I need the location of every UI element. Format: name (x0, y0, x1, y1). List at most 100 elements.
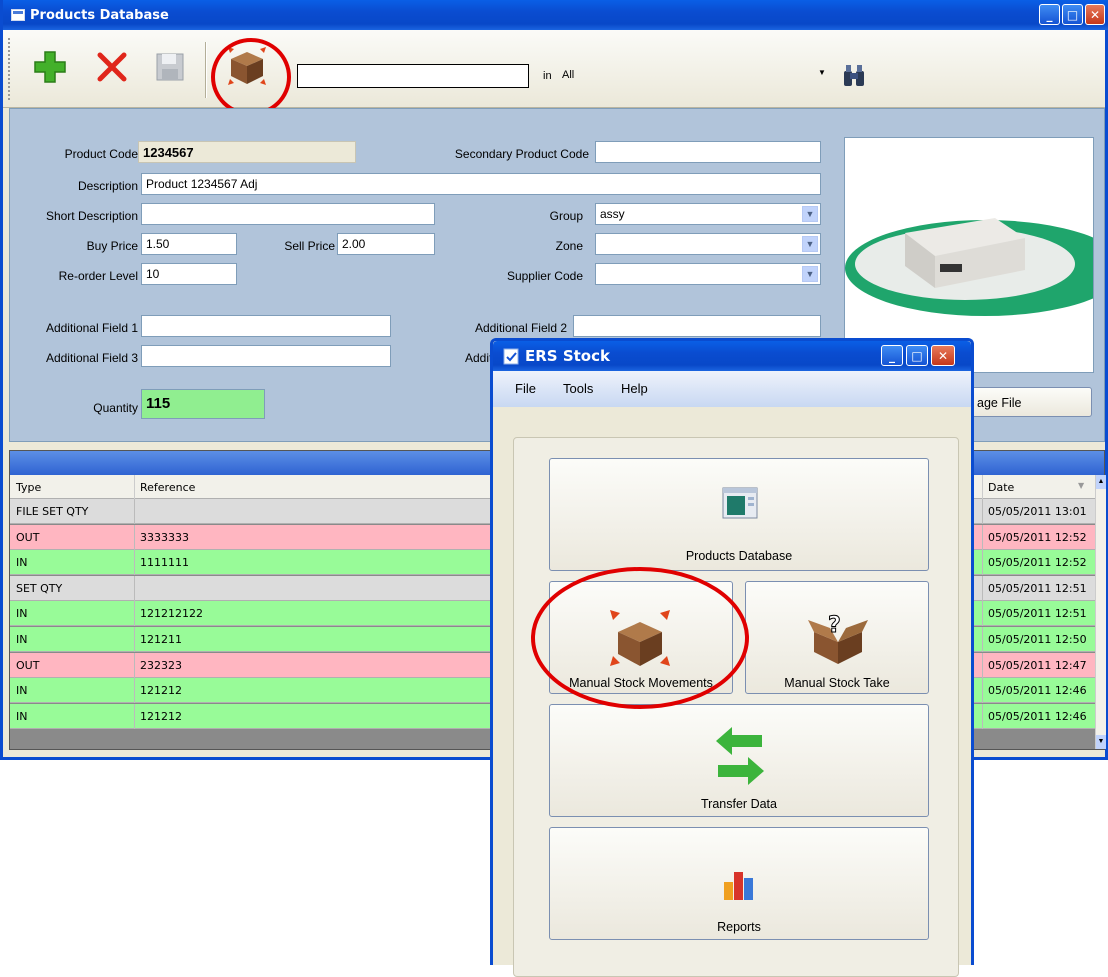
cell-type: IN (16, 684, 28, 698)
supplier-code-label: Supplier Code (506, 269, 583, 283)
manual-stock-take-button[interactable]: ? Manual Stock Take (745, 581, 929, 694)
cell-type: IN (16, 709, 28, 723)
buy-price-field[interactable]: 1.50 (141, 233, 237, 255)
image-file-button-label: age File (977, 396, 1022, 410)
sort-arrow-icon: ▼ (1078, 481, 1085, 490)
cell-type: SET QTY (16, 581, 63, 595)
products-database-button[interactable]: Products Database (549, 458, 929, 571)
reorder-level-label: Re-order Level (58, 269, 138, 283)
save-disk-icon[interactable] (153, 50, 187, 84)
description-label: Description (77, 179, 138, 193)
short-description-field[interactable] (141, 203, 435, 225)
cell-date: 05/05/2011 12:51 (988, 607, 1087, 621)
add-icon[interactable] (33, 50, 67, 84)
cell-date: 05/05/2011 12:47 (988, 658, 1087, 672)
cell-reference: 232323 (140, 658, 182, 672)
cell-type: IN (16, 556, 28, 570)
chevron-down-icon: ▼ (802, 266, 818, 282)
search-input[interactable] (297, 64, 529, 88)
open-box-question-icon: ? (808, 613, 868, 664)
ers-minimize-button[interactable]: _ (881, 345, 903, 366)
quantity-label: Quantity (93, 401, 138, 415)
sell-price-field[interactable]: 2.00 (337, 233, 435, 255)
col-divider (982, 703, 983, 729)
additional-field-1[interactable] (141, 315, 391, 337)
maximize-button[interactable]: □ (1062, 4, 1083, 25)
group-value: assy (600, 207, 625, 221)
additional-field-2-label: Additional Field 2 (474, 321, 567, 335)
col-divider (982, 475, 983, 499)
reorder-level-field[interactable]: 10 (141, 263, 237, 285)
col-divider (982, 524, 983, 550)
secondary-code-field[interactable] (595, 141, 821, 163)
cell-type: IN (16, 607, 28, 621)
grid-scrollbar[interactable]: ▲ ▼ (1095, 475, 1106, 749)
scroll-down-icon[interactable]: ▼ (1096, 735, 1106, 749)
highlight-circle-movements (531, 567, 749, 709)
menu-file[interactable]: File (515, 381, 536, 396)
reports-button[interactable]: Reports (549, 827, 929, 940)
scroll-up-icon[interactable]: ▲ (1096, 475, 1106, 489)
products-database-label: Products Database (685, 549, 793, 563)
col-divider (982, 652, 983, 678)
sell-price-label: Sell Price (284, 239, 335, 253)
menu-tools[interactable]: Tools (563, 381, 593, 396)
transfer-arrows-icon (716, 727, 764, 785)
additional-field-3[interactable] (141, 345, 391, 367)
cell-date: 05/05/2011 12:52 (988, 530, 1087, 544)
cell-date: 05/05/2011 12:51 (988, 581, 1087, 595)
image-file-button[interactable]: age File (968, 387, 1092, 417)
additional-field-2[interactable] (573, 315, 821, 337)
transfer-data-label: Transfer Data (701, 797, 777, 811)
cell-reference: 1111111 (140, 556, 189, 570)
supplier-code-select[interactable]: ▼ (595, 263, 821, 285)
window-title: Products Database (30, 7, 169, 23)
clipboard-check-icon (503, 348, 519, 365)
close-button[interactable]: ✕ (1085, 4, 1105, 25)
transfer-data-button[interactable]: Transfer Data (549, 704, 929, 817)
quantity-field[interactable]: 115 (141, 389, 265, 419)
ers-title-bar[interactable]: ERS Stock _ □ ✕ (493, 341, 971, 371)
bar-chart-icon (724, 872, 753, 900)
cell-type: IN (16, 633, 28, 646)
col-divider (134, 678, 135, 704)
col-reference-header[interactable]: Reference (140, 481, 195, 494)
cell-type: FILE SET QTY (16, 505, 89, 518)
col-divider (134, 652, 135, 678)
col-divider (982, 550, 983, 576)
delete-icon[interactable] (95, 50, 129, 84)
product-code-label: Product Code (64, 147, 138, 161)
cell-reference: 3333333 (140, 530, 189, 544)
svg-text:?: ? (828, 613, 841, 638)
col-divider (982, 601, 983, 627)
products-title-bar[interactable]: Products Database _ □ ✕ (3, 0, 1108, 30)
search-scope-select[interactable]: All ▼ (558, 64, 834, 88)
chevron-down-icon: ▼ (802, 206, 818, 222)
ers-close-button[interactable]: ✕ (931, 345, 955, 366)
col-divider (134, 524, 135, 550)
window-app-icon (11, 9, 25, 21)
zone-select[interactable]: ▼ (595, 233, 821, 255)
col-date-header[interactable]: Date (988, 481, 1014, 494)
col-divider (982, 499, 983, 524)
product-code-field[interactable]: 1234567 (138, 141, 356, 163)
ers-menu-bar: File Tools Help (493, 371, 971, 407)
cell-type: OUT (16, 530, 40, 544)
minimize-button[interactable]: _ (1039, 4, 1060, 25)
menu-help[interactable]: Help (621, 381, 648, 396)
ers-stock-window: ERS Stock _ □ ✕ File Tools Help Products… (490, 338, 974, 977)
dropdown-arrow-icon: ▼ (818, 68, 826, 77)
col-type-header[interactable]: Type (16, 481, 41, 494)
col-divider (982, 678, 983, 704)
group-select[interactable]: assy ▼ (595, 203, 821, 225)
col-divider (134, 499, 135, 524)
additional-field-4-label: Addit (465, 351, 493, 365)
ers-maximize-button[interactable]: □ (906, 345, 928, 366)
col-divider (134, 575, 135, 601)
buy-price-label: Buy Price (86, 239, 138, 253)
binoculars-search-icon[interactable] (841, 63, 867, 89)
cell-date: 05/05/2011 12:50 (988, 633, 1087, 646)
cell-date: 05/05/2011 13:01 (988, 505, 1087, 518)
description-field[interactable]: Product 1234567 Adj (141, 173, 821, 195)
cell-reference: 121212 (140, 684, 182, 698)
